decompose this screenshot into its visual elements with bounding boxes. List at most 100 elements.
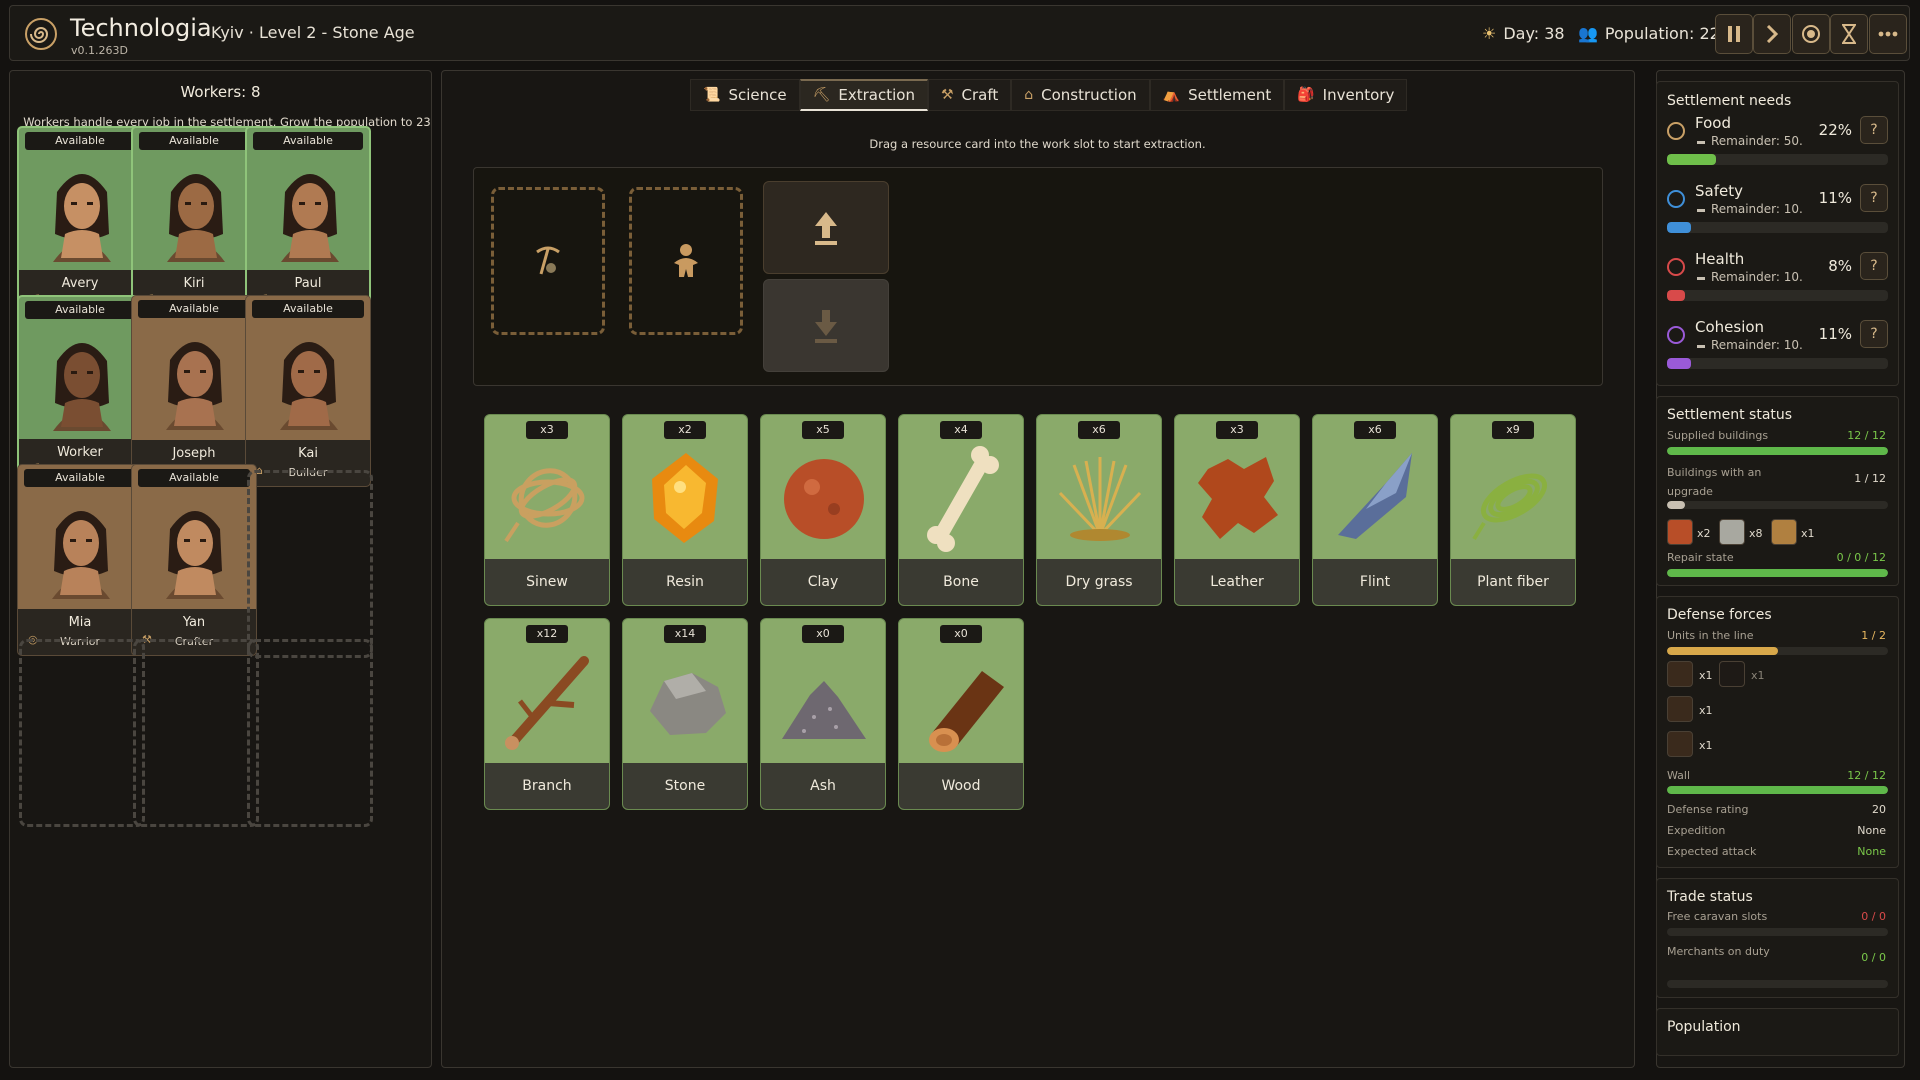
worker-name: Kiri [183, 276, 205, 291]
hammer-icon: ⚒ [940, 87, 954, 103]
resource-card[interactable]: x4 Bone [898, 414, 1024, 606]
day-label: Day: 38 [1503, 24, 1565, 43]
defense-unit-count: x1 [1751, 669, 1765, 682]
settlement-needs-section: Settlement needs Food Remainder: 50. 22%? S… [1656, 81, 1899, 386]
worker-card[interactable]: AvailablePaul⛏Gatherer [245, 126, 371, 318]
tab-settlement[interactable]: ⛺ Settlement [1149, 79, 1285, 111]
more-menu-button[interactable] [1869, 14, 1907, 54]
resource-count-badge: x0 [940, 625, 982, 643]
location-label: Kyiv · Level 2 - Stone Age [211, 23, 415, 42]
tab-extraction[interactable]: ⛏ Extraction [799, 79, 928, 111]
resource-card[interactable]: x14 Stone [622, 618, 748, 810]
need-help-button[interactable]: ? [1860, 184, 1888, 212]
worker-card[interactable]: AvailableKiri⛏Gatherer [131, 126, 257, 318]
wall-bar [1667, 786, 1888, 794]
achievements-button[interactable] [1792, 14, 1830, 54]
tab-label: Craft [961, 86, 999, 104]
resource-name: Resin [623, 559, 747, 605]
empty-worker-slot[interactable] [19, 639, 145, 827]
health-need-icon [1667, 258, 1685, 276]
need-remainder: Remainder: 10. [1711, 270, 1803, 284]
move-up-button[interactable] [763, 181, 889, 274]
pause-button[interactable] [1715, 14, 1753, 54]
worker-status-badge: Available [139, 132, 249, 150]
need-bar-fill [1667, 290, 1685, 301]
need-name: Cohesion [1695, 318, 1765, 336]
need-percent: 22% [1818, 121, 1852, 139]
upgrade-item-count: x8 [1749, 527, 1763, 540]
resource-count-badge: x3 [526, 421, 568, 439]
resource-card[interactable]: x6 Dry grass [1036, 414, 1162, 606]
timeline-button[interactable] [1830, 14, 1868, 54]
resource-card[interactable]: x3 Leather [1174, 414, 1300, 606]
need-help-button[interactable]: ? [1860, 252, 1888, 280]
resource-card[interactable]: x5 Clay [760, 414, 886, 606]
move-down-button[interactable] [763, 279, 889, 372]
workers-title: Workers: 8 [180, 83, 261, 101]
worker-card[interactable]: AvailableWorker⛏Gatherer [17, 295, 143, 487]
resource-card[interactable]: x0 Ash [760, 618, 886, 810]
supplied-buildings-value: 12 / 12 [1847, 429, 1886, 442]
resource-card[interactable]: x0 Wood [898, 618, 1024, 810]
resource-name: Bone [899, 559, 1023, 605]
worker-portrait [166, 511, 224, 599]
need-bar [1667, 290, 1888, 301]
empty-worker-slot[interactable] [247, 470, 373, 658]
population-counter: 👥 Population: 22 [1578, 24, 1720, 43]
worker-card[interactable]: AvailableJoseph📜Researcher [131, 295, 257, 487]
arrow-up-icon [815, 211, 837, 245]
top-bar: Technologia v0.1.263D Kyiv · Level 2 - S… [9, 5, 1910, 61]
upgrade-item-count: x2 [1697, 527, 1711, 540]
worker-status-badge: Available [138, 469, 250, 487]
resource-card[interactable]: x12 Branch [484, 618, 610, 810]
resource-count-badge: x12 [526, 625, 568, 643]
resource-card[interactable]: x6 Flint [1312, 414, 1438, 606]
need-remainder: Remainder: 10. [1711, 202, 1803, 216]
next-speed-button[interactable] [1753, 14, 1791, 54]
resource-name: Stone [623, 763, 747, 809]
worker-portrait [52, 511, 110, 599]
resource-name: Ash [761, 763, 885, 809]
tab-construction[interactable]: ⌂ Construction [1011, 79, 1150, 111]
resource-count-badge: x2 [664, 421, 706, 439]
pause-icon [1728, 26, 1740, 42]
cohesion-need-icon [1667, 326, 1685, 344]
resource-drop-slot[interactable] [491, 187, 605, 335]
resource-count-badge: x0 [802, 625, 844, 643]
worker-card[interactable]: Available Yan ⚒ Crafter [131, 464, 257, 656]
need-help-button[interactable]: ? [1860, 116, 1888, 144]
expected-attack-value: None [1857, 845, 1886, 858]
need-bar-fill [1667, 154, 1716, 165]
remainder-dash-icon [1697, 277, 1705, 280]
tab-craft[interactable]: ⚒ Craft [927, 79, 1012, 111]
resource-card[interactable]: x3 Sinew [484, 414, 610, 606]
people-icon: 👥 [1578, 24, 1598, 43]
need-bar [1667, 222, 1888, 233]
worker-card[interactable]: Available Mia ◎ Warrior [17, 464, 143, 656]
worker-card[interactable]: Available Kai ⌂ Builder [245, 295, 371, 487]
worker-card[interactable]: AvailableAvery⛏Gatherer [17, 126, 143, 318]
trade-section: Trade status Free caravan slots 0 / 0 Me… [1656, 878, 1899, 998]
empty-worker-slot[interactable] [247, 639, 373, 827]
worker-drop-slot[interactable] [629, 187, 743, 335]
tab-inventory[interactable]: 🎒 Inventory [1284, 79, 1408, 111]
stone-icon [650, 673, 726, 735]
remainder-dash-icon [1697, 345, 1705, 348]
tab-science[interactable]: 📜 Science [690, 79, 800, 111]
merchants-value: 0 / 0 [1861, 951, 1886, 964]
sun-icon: ☀ [1482, 24, 1497, 43]
repair-state-label: Repair state [1667, 551, 1734, 564]
scroll-icon: 📜 [703, 87, 721, 103]
resource-name: Dry grass [1037, 559, 1161, 605]
resource-count-badge: x5 [802, 421, 844, 439]
need-name: Health [1695, 250, 1745, 268]
supplied-buildings-bar [1667, 447, 1888, 455]
flint-icon [1338, 453, 1412, 539]
population-section: Population [1656, 1008, 1899, 1056]
need-help-button[interactable]: ? [1860, 320, 1888, 348]
pickaxe-icon: ⛏ [812, 87, 831, 103]
resource-card[interactable]: x9 Plant fiber [1450, 414, 1576, 606]
sinew-icon [504, 468, 585, 543]
empty-worker-slot[interactable] [133, 639, 259, 827]
resource-card[interactable]: x2 Resin [622, 414, 748, 606]
